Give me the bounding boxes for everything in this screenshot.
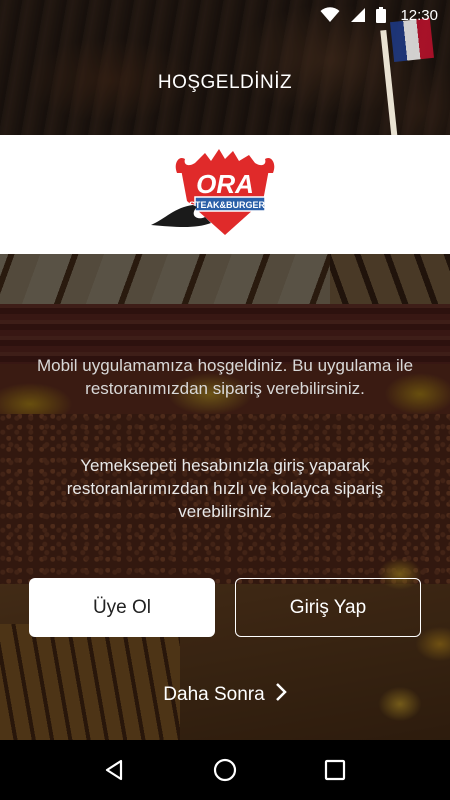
wifi-icon bbox=[320, 7, 340, 23]
cellular-signal-icon bbox=[350, 7, 366, 23]
status-bar: 12:30 bbox=[0, 0, 450, 30]
welcome-message: Mobil uygulamamıza hoşgeldiniz. Bu uygul… bbox=[36, 356, 414, 398]
status-time: 12:30 bbox=[400, 6, 438, 24]
battery-icon bbox=[376, 7, 387, 23]
later-link[interactable]: Daha Sonra bbox=[0, 680, 450, 710]
brand-tagline: STEAK&BURGERS bbox=[189, 200, 271, 210]
brand-name: ORA bbox=[196, 169, 254, 199]
back-icon[interactable] bbox=[95, 750, 135, 790]
brand-logo: ORA STEAK&BURGERS bbox=[151, 148, 275, 235]
system-nav-bar bbox=[0, 740, 450, 800]
page-title: HOŞGELDİNİZ bbox=[157, 72, 293, 93]
login-button[interactable]: Giriş Yap bbox=[235, 578, 421, 637]
register-button[interactable]: Üye Ol bbox=[29, 578, 215, 637]
later-label: Daha Sonra bbox=[163, 684, 265, 705]
home-icon[interactable] bbox=[205, 750, 245, 790]
logo-band: ORA STEAK&BURGERS bbox=[0, 135, 450, 254]
login-info-message: Yemeksepeti hesabınızla giriş yaparak re… bbox=[66, 456, 384, 521]
chevron-right-icon bbox=[275, 682, 287, 708]
recents-icon[interactable] bbox=[315, 750, 355, 790]
